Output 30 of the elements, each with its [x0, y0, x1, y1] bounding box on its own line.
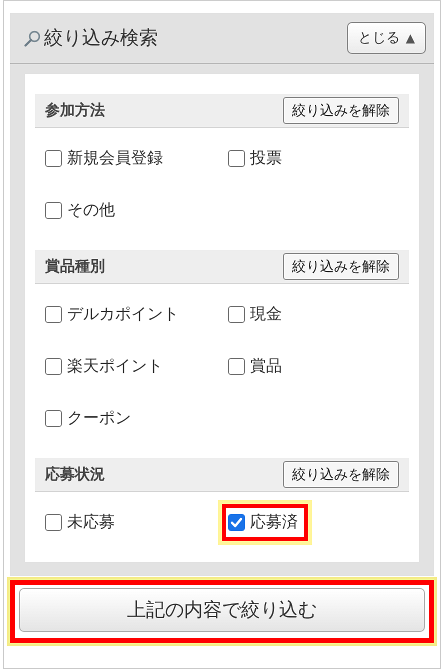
- option-label: 新規会員登録: [67, 148, 163, 168]
- option-label: 賞品: [250, 356, 282, 376]
- clear-filter-button[interactable]: 絞り込みを解除: [283, 253, 399, 280]
- section-title: 参加方法: [45, 101, 105, 120]
- checkbox[interactable]: [228, 358, 245, 374]
- clear-filter-button[interactable]: 絞り込みを解除: [283, 461, 399, 488]
- checkbox[interactable]: [45, 306, 62, 322]
- close-button[interactable]: とじる ▲: [346, 22, 426, 54]
- search-icon: [24, 30, 41, 46]
- option-label: 投票: [250, 148, 282, 168]
- checkbox[interactable]: [228, 514, 245, 530]
- checkbox[interactable]: [45, 410, 62, 426]
- option-label: 未応募: [67, 512, 115, 532]
- checkbox[interactable]: [45, 358, 62, 374]
- checkbox[interactable]: [228, 306, 245, 322]
- option-label: クーポン: [67, 408, 131, 428]
- section-title: 賞品種別: [45, 257, 105, 276]
- option-label: 応募済: [250, 512, 298, 532]
- checkbox[interactable]: [45, 150, 62, 166]
- option-label: デルカポイント: [67, 304, 179, 324]
- checkbox[interactable]: [45, 514, 62, 530]
- submit-button[interactable]: 上記の内容で絞り込む: [19, 588, 425, 632]
- checkbox[interactable]: [228, 150, 245, 166]
- clear-filter-button[interactable]: 絞り込みを解除: [283, 97, 399, 124]
- section-title: 応募状況: [45, 465, 105, 484]
- checkbox[interactable]: [45, 202, 62, 218]
- panel-title: 絞り込み検索: [44, 26, 158, 51]
- option-label: その他: [67, 200, 115, 220]
- option-label: 楽天ポイント: [67, 356, 163, 376]
- option-label: 現金: [250, 304, 282, 324]
